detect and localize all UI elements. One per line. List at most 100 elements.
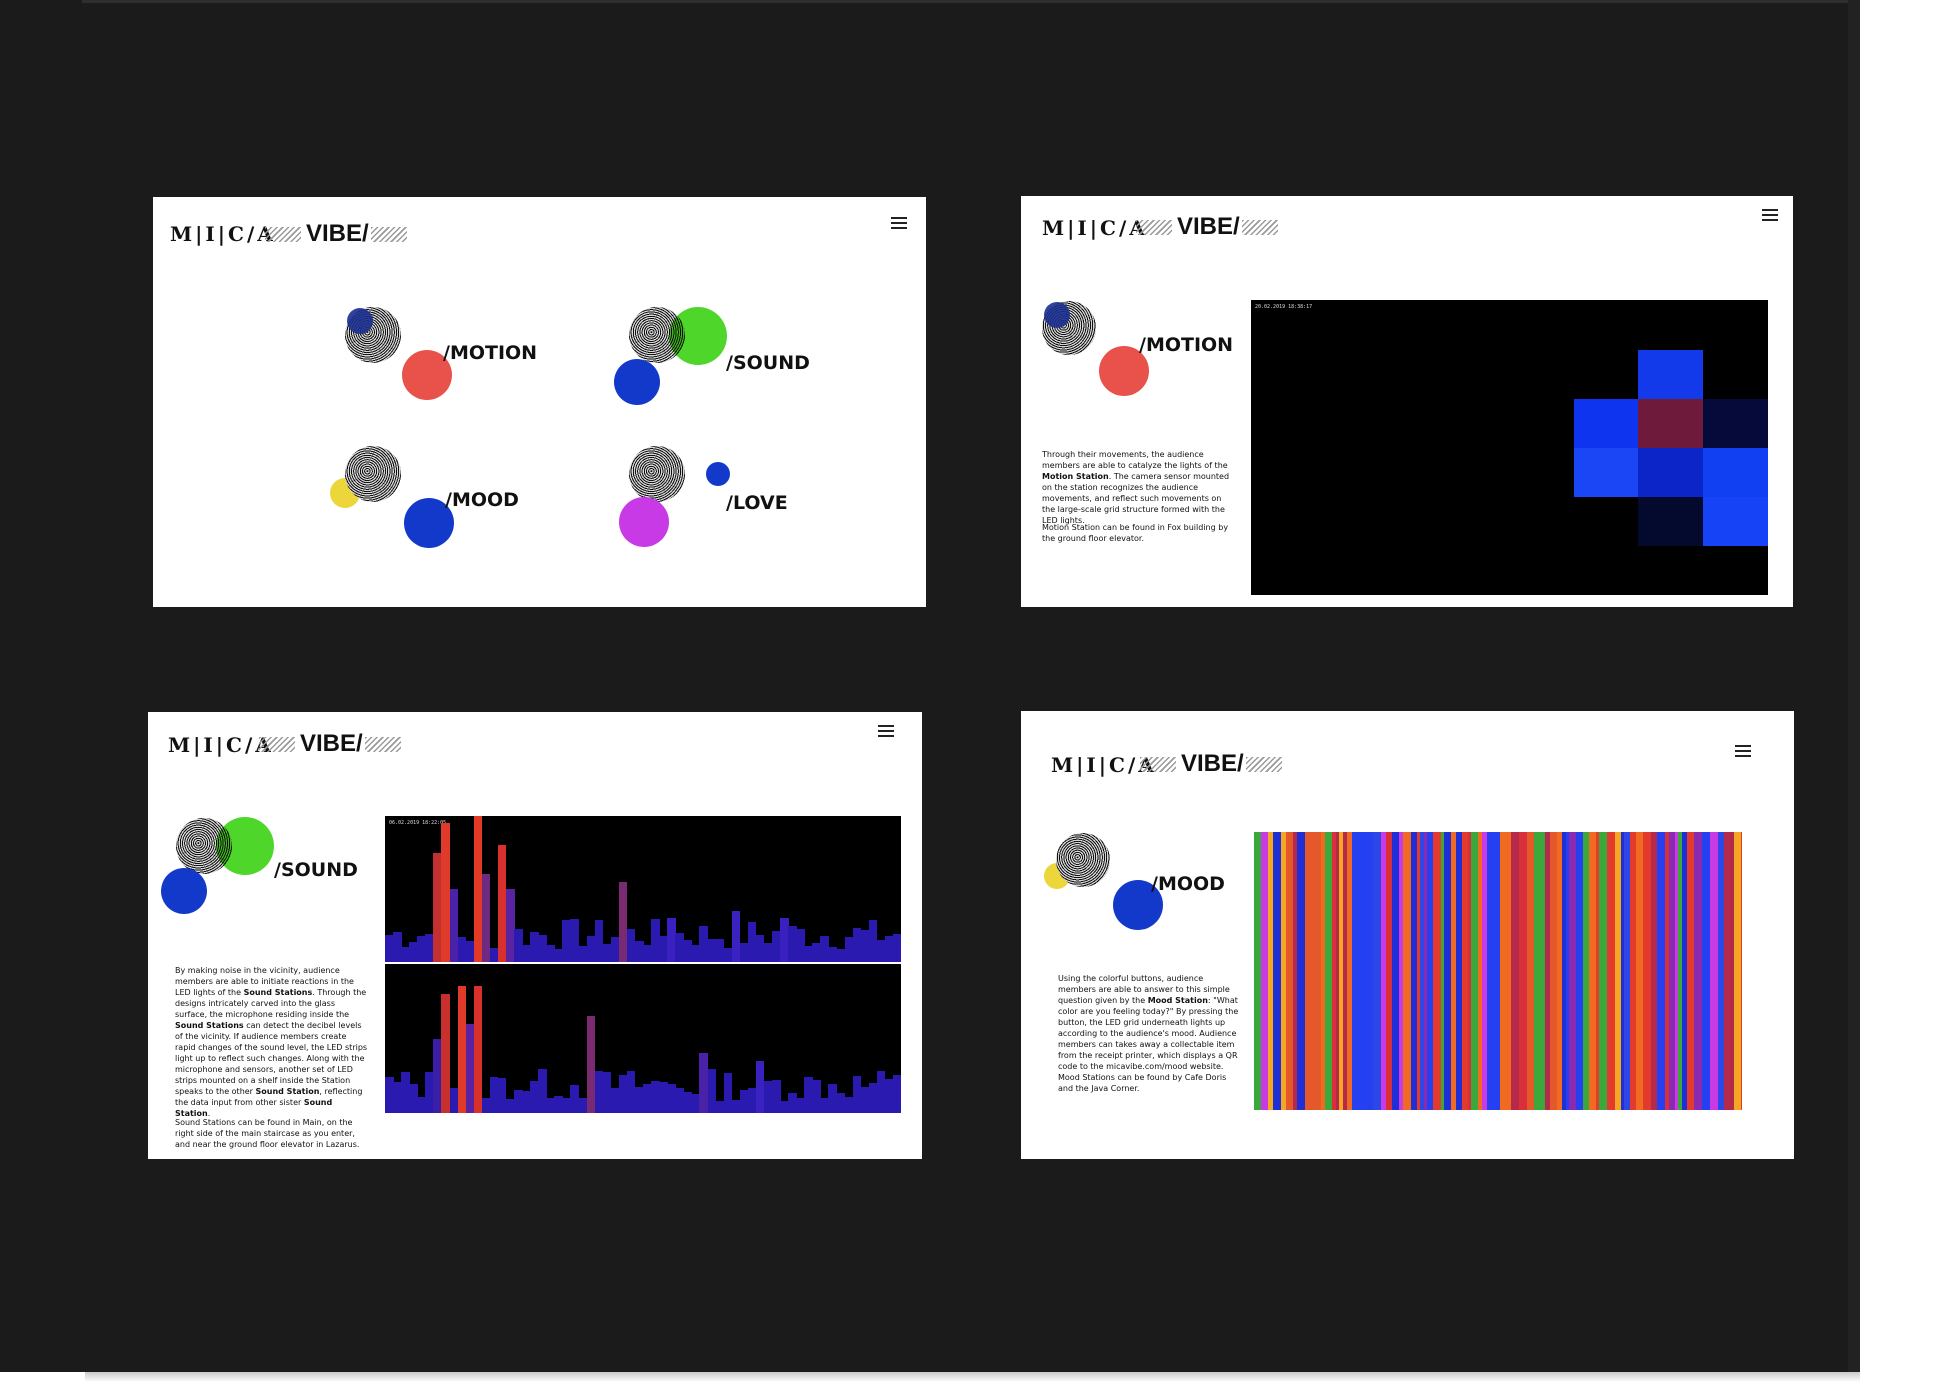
blue-dot (161, 868, 207, 914)
equalizer-bar (892, 1074, 901, 1113)
hatch-right-icon (370, 226, 407, 242)
board-top-line (82, 0, 1860, 3)
vibe-logo-text: VIBE/ (1177, 213, 1240, 240)
mood-stripe (1734, 832, 1741, 1110)
mica-logo: M|I|C/A (1042, 216, 1148, 240)
vibe-logo-text: VIBE/ (1181, 750, 1244, 777)
home-screen-panel: M|I|C/A VIBE/ /MOTION /SOUND /MOOD /LOVE (153, 197, 926, 607)
presentation-board: M|I|C/A VIBE/ /MOTION /SOUND /MOOD /LOVE… (0, 0, 1860, 1382)
station-label-sound: /SOUND (726, 352, 810, 374)
station-description: Through their movements, the audience me… (1042, 450, 1230, 525)
green-dot (216, 817, 274, 875)
sound-level-visualizer: 06.02.2019 18:22:05 (385, 816, 901, 1113)
vibe-logo: VIBE/ (1136, 213, 1278, 241)
station-title: /MOOD (1151, 873, 1225, 895)
station-label-love: /LOVE (726, 492, 788, 514)
love-station-icon (629, 446, 685, 502)
grid-cell (1703, 448, 1768, 497)
camera-timestamp: 20.02.2019 18:38:17 (1255, 304, 1313, 310)
mood-stripe (1607, 832, 1615, 1110)
mood-stripe (1500, 832, 1508, 1110)
station-description: Using the colorful buttons, audience mem… (1058, 974, 1239, 1071)
mood-station-icon (1056, 833, 1110, 887)
mood-stripe (1373, 832, 1381, 1110)
hatch-right-icon (364, 736, 401, 752)
mood-stripe (1352, 832, 1360, 1110)
vibe-logo: VIBE/ (265, 220, 407, 248)
mood-station-icon (345, 446, 401, 502)
grid-cell (1574, 399, 1638, 448)
station-label-motion: /MOTION (443, 342, 538, 364)
hatch-left-icon (1136, 219, 1172, 235)
mood-stripe (1511, 832, 1519, 1110)
motion-screen-panel: M|I|C/A VIBE/ /MOTION Through their move… (1021, 196, 1793, 607)
mood-stripe (1313, 832, 1321, 1110)
vibe-logo: VIBE/ (259, 730, 401, 758)
equalizer-top (385, 816, 901, 962)
mica-logo: M|I|C/A (168, 733, 274, 757)
mood-stripe (1286, 832, 1293, 1110)
sound-screen-panel: M|I|C/A VIBE/ /SOUND By making noise in … (148, 712, 922, 1159)
mood-stripe (1636, 832, 1643, 1110)
mood-stripe (1657, 832, 1665, 1110)
equalizer-bottom (385, 964, 901, 1113)
mood-stripe (1710, 832, 1718, 1110)
vibe-logo-text: VIBE/ (300, 730, 363, 757)
mood-stripe (1261, 832, 1268, 1110)
station-description: By making noise in the vicinity, audienc… (175, 966, 368, 1118)
mood-stripe (1403, 832, 1411, 1110)
hatch-left-icon (259, 736, 295, 752)
green-dot (669, 307, 727, 365)
station-label-mood: /MOOD (445, 489, 519, 511)
small-blue-dot (706, 462, 730, 486)
board-right-edge (1848, 0, 1860, 1372)
mood-stripe (1576, 832, 1583, 1110)
station-title: /MOTION (1139, 334, 1234, 356)
equalizer-bar (473, 986, 483, 1113)
hatch-right-icon (1241, 219, 1278, 235)
mood-stripe (1589, 832, 1596, 1110)
grid-cell (1703, 399, 1768, 448)
mood-stripe (1297, 832, 1305, 1110)
mood-stripe (1550, 832, 1557, 1110)
grid-cell (1638, 448, 1703, 497)
magenta-dot (619, 497, 669, 547)
grid-cell (1638, 497, 1703, 546)
mica-logo: M|I|C/A (170, 222, 276, 246)
mood-stripe (1599, 832, 1607, 1110)
grid-cell (1703, 497, 1768, 546)
vibe-logo: VIBE/ (1140, 750, 1282, 778)
grid-cell (1638, 350, 1703, 399)
equalizer-bar (892, 934, 901, 962)
mood-stripe (1643, 832, 1651, 1110)
mood-stripe (1325, 832, 1332, 1110)
mood-stripe (1741, 832, 1742, 1110)
mood-stripe (1687, 832, 1694, 1110)
mood-color-bars (1254, 832, 1742, 1110)
navy-dot (1044, 302, 1070, 328)
board-shadow (85, 1372, 1860, 1382)
mood-stripe (1305, 832, 1313, 1110)
mood-stripe (1487, 832, 1494, 1110)
blue-dot (614, 359, 660, 405)
mood-stripe (1273, 832, 1281, 1110)
hamburger-menu-icon[interactable] (878, 725, 894, 737)
hatch-right-icon (1245, 756, 1282, 772)
mood-stripe (1702, 832, 1710, 1110)
mood-stripe (1519, 832, 1527, 1110)
hamburger-menu-icon[interactable] (891, 217, 907, 229)
hatch-left-icon (1140, 756, 1176, 772)
hamburger-menu-icon[interactable] (1735, 745, 1751, 757)
mood-stripe (1694, 832, 1702, 1110)
grid-cell (1638, 399, 1703, 448)
motion-led-grid-view: 20.02.2019 18:38:17 (1251, 300, 1768, 595)
mood-stripe (1527, 832, 1534, 1110)
station-title: /SOUND (274, 859, 358, 881)
mood-stripe (1569, 832, 1576, 1110)
hamburger-menu-icon[interactable] (1762, 209, 1778, 221)
vibe-logo-text: VIBE/ (306, 220, 369, 247)
mood-stripe (1471, 832, 1478, 1110)
station-location: Motion Station can be found in Fox build… (1042, 523, 1229, 543)
mood-stripe (1724, 832, 1731, 1110)
mood-screen-panel: M|I|C/A VIBE/ /MOOD Using the colorful b… (1021, 711, 1794, 1159)
